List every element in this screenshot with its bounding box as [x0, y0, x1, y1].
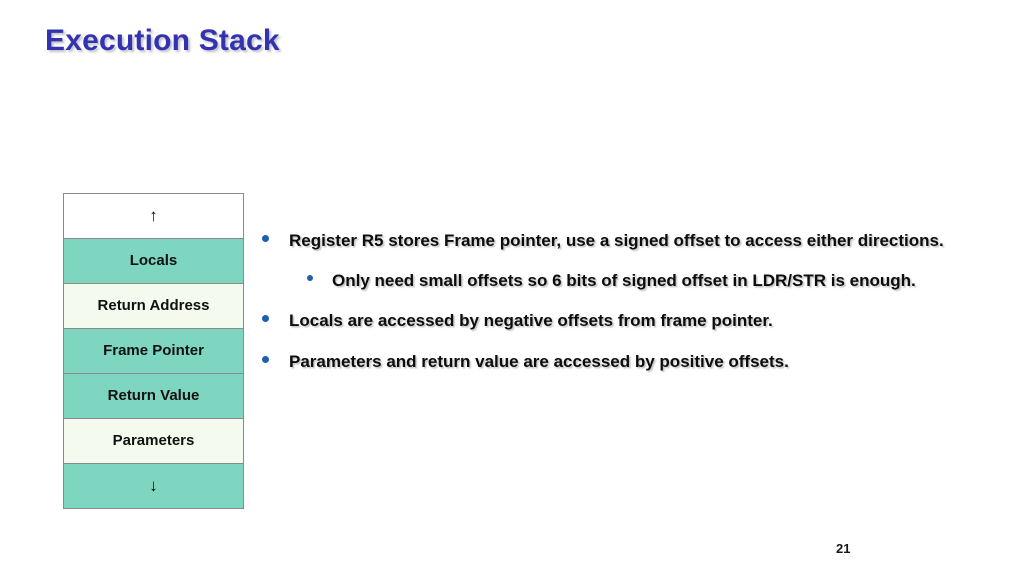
bullet-text: Register R5 stores Frame pointer, use a …: [289, 231, 944, 250]
table-row: Return Address: [63, 283, 244, 329]
stack-cell-arrow-up: ↑: [63, 193, 244, 239]
table-row: Return Value: [63, 373, 244, 419]
bullet-text: Parameters and return value are accessed…: [289, 351, 789, 371]
execution-stack-diagram: ↑ Locals Return Address Frame Pointer Re…: [63, 193, 244, 509]
list-item: Register R5 stores Frame pointer, use a …: [262, 226, 1004, 255]
list-item: Only need small offsets so 6 bits of sig…: [262, 266, 1004, 295]
table-row: Frame Pointer: [63, 328, 244, 374]
slide-canvas: Execution Stack ↑ Locals Return Address …: [0, 0, 1024, 576]
stack-cell-return-address: Return Address: [63, 283, 244, 329]
bullet-dot-icon: [262, 355, 269, 363]
stack-cell-return-value: Return Value: [63, 373, 244, 419]
stack-cell-frame-pointer: Frame Pointer: [63, 328, 244, 374]
table-row: ↑: [63, 193, 244, 239]
page-title: Execution Stack: [45, 24, 280, 57]
bullet-dot-icon: [262, 235, 269, 242]
bullet-list: Register R5 stores Frame pointer, use a …: [262, 226, 1004, 387]
bullet-text: Only need small offsets so 6 bits of sig…: [332, 271, 916, 291]
table-row: Locals: [63, 238, 244, 284]
bullet-text: Locals are accessed by negative offsets …: [289, 311, 773, 331]
list-item: Parameters and return value are accessed…: [262, 347, 1004, 376]
list-item: Locals are accessed by negative offsets …: [262, 306, 1004, 335]
stack-cell-arrow-down: ↓: [63, 463, 244, 509]
stack-cell-parameters: Parameters: [63, 418, 244, 464]
stack-cell-locals: Locals: [63, 238, 244, 284]
page-number: 21: [836, 541, 851, 556]
stack-rows-body: ↑ Locals Return Address Frame Pointer Re…: [63, 193, 244, 509]
bullet-dot-icon: [307, 275, 313, 282]
table-row: Parameters: [63, 418, 244, 464]
bullet-dot-icon: [262, 315, 269, 323]
table-row: ↓: [63, 463, 244, 509]
